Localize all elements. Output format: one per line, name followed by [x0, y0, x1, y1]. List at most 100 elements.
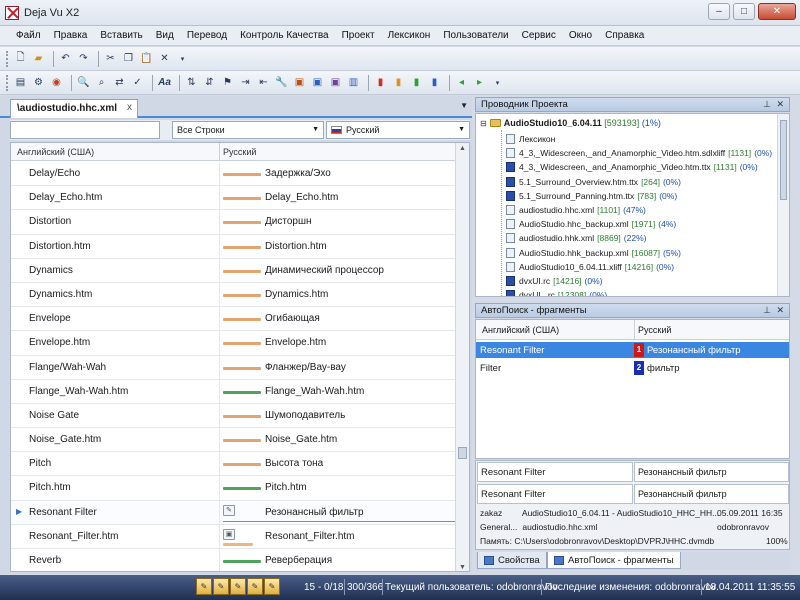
pretranslate-icon[interactable]: ◉ — [49, 75, 64, 90]
tree-item[interactable]: 5.1_Surround_Overview.htm.ttx [264] (0%) — [506, 175, 772, 189]
memory-icon[interactable]: ▣ — [328, 75, 343, 90]
termbase-icon[interactable]: ▣ — [310, 75, 325, 90]
undo-icon[interactable]: ↶ — [58, 51, 73, 66]
status-tool-icon[interactable]: ✎ — [247, 578, 263, 595]
properties-target-field[interactable]: Резонансный фильтр — [634, 484, 789, 504]
grid-row[interactable]: Envelope.htm Envelope.htm — [11, 331, 456, 356]
bookmark-icon[interactable]: ⚑ — [220, 75, 235, 90]
tree-root-node[interactable]: ⊟ AudioStudio10_6.04.11 [593193] (1%) — [480, 118, 661, 128]
row-source-text[interactable]: Envelope — [29, 313, 71, 324]
tab-properties[interactable]: Свойства — [477, 552, 547, 569]
minimize-button[interactable]: – — [708, 3, 730, 20]
toolbar-more-icon[interactable]: ▾ — [175, 51, 190, 66]
grid-row[interactable]: Flange_Wah-Wah.htm Flange_Wah-Wah.htm — [11, 379, 456, 404]
new-file-icon[interactable]: 🗋 — [13, 51, 28, 66]
grid-row[interactable]: Noise Gate Шумоподавитель — [11, 403, 456, 429]
language-select[interactable]: Русский ▼ — [326, 121, 470, 139]
properties-source-field[interactable]: Resonant Filter — [477, 462, 633, 482]
autosearch-row[interactable]: Resonant Filter 1 Резонансный фильтр — [476, 342, 789, 358]
tree-item[interactable]: AudioStudio10_6.04.11.xliff [14216] (0%) — [506, 260, 772, 274]
tree-item[interactable]: dvxUI_.rc [12308] (0%) — [506, 288, 772, 296]
row-target-text[interactable]: Resonant_Filter.htm — [265, 531, 355, 542]
row-target-text[interactable]: Pitch.htm — [265, 482, 307, 493]
open-folder-icon[interactable]: ▰ — [31, 51, 46, 66]
row-target-text[interactable]: Дисторшн — [265, 216, 312, 227]
spellcheck-icon[interactable]: ✓ — [130, 75, 145, 90]
tree-collapse-icon[interactable]: ⊟ — [480, 119, 487, 128]
menu-insert[interactable]: Вставить — [100, 30, 142, 41]
tree-item[interactable]: audiostudio.hhc.xml [1101] (47%) — [506, 203, 772, 217]
explorer-scroll-thumb[interactable] — [780, 120, 787, 200]
tools-icon[interactable]: 🔧 — [274, 75, 289, 90]
previous-segment-icon[interactable]: ◂ — [454, 75, 469, 90]
menu-tools[interactable]: Сервис — [522, 30, 556, 41]
document-tab[interactable]: \audiostudio.hhc.xml x — [10, 99, 138, 118]
row-source-text[interactable]: Envelope.htm — [29, 337, 90, 348]
row-source-text[interactable]: Noise_Gate.htm — [29, 434, 101, 445]
row-target-text[interactable]: Динамический процессор — [265, 265, 384, 276]
autosearch-col-source[interactable]: Английский (США) — [482, 325, 559, 335]
grid-row[interactable]: Distortion Дисторшн — [11, 210, 456, 235]
status-tool-icon[interactable]: ✎ — [213, 578, 229, 595]
cut-icon[interactable]: ✂ — [103, 51, 118, 66]
row-source-text[interactable]: Delay/Echo — [29, 168, 80, 179]
insert-icon[interactable]: ⇥ — [238, 75, 253, 90]
menu-edit[interactable]: Правка — [54, 30, 88, 41]
properties-target-field[interactable]: Резонансный фильтр — [634, 462, 789, 482]
tree-item[interactable]: 4_3,_Widescreen,_and_Anamorphic_Video.ht… — [506, 160, 772, 174]
row-target-text[interactable]: Резонансный фильтр — [265, 507, 364, 518]
row-source-text[interactable]: Pitch.htm — [29, 482, 71, 493]
autosearch-row[interactable]: Filter 2 фильтр — [476, 360, 789, 376]
copy-icon[interactable]: ❐ — [121, 51, 136, 66]
pin-icon[interactable]: ⊥ — [763, 305, 771, 316]
status-blue-icon[interactable]: ▮ — [427, 75, 442, 90]
toolbar-more-icon[interactable]: ▾ — [490, 75, 505, 90]
tree-item[interactable]: dvxUI.rc [14216] (0%) — [506, 274, 772, 288]
grid-row[interactable]: Pitch.htm Pitch.htm — [11, 476, 456, 501]
export-icon[interactable]: ⇤ — [256, 75, 271, 90]
grid-row[interactable]: Delay/Echo Задержка/Эхо — [11, 162, 456, 187]
row-target-text[interactable]: Высота тона — [265, 458, 323, 469]
tree-item[interactable]: audiostudio.hhk.xml [8869] (22%) — [506, 231, 772, 245]
row-source-text[interactable]: Dynamics — [29, 265, 73, 276]
row-target-text[interactable]: Envelope.htm — [265, 337, 326, 348]
row-target-text[interactable]: Шумоподавитель — [265, 410, 345, 421]
scroll-up-icon[interactable]: ▲ — [459, 145, 466, 152]
row-source-text[interactable]: Reverb — [29, 555, 61, 566]
next-segment-icon[interactable]: ▸ — [472, 75, 487, 90]
status-green-icon[interactable]: ▮ — [409, 75, 424, 90]
panel-close-icon[interactable]: ✕ — [776, 305, 784, 316]
row-source-text[interactable]: Resonant_Filter.htm — [29, 531, 119, 542]
status-orange-icon[interactable]: ▮ — [391, 75, 406, 90]
rows-filter-select[interactable]: Все Строки ▼ — [172, 121, 324, 139]
row-target-text[interactable]: Noise_Gate.htm — [265, 434, 337, 445]
status-tool-icon[interactable]: ✎ — [196, 578, 212, 595]
row-target-text[interactable]: Реверберация — [265, 555, 332, 566]
menu-view[interactable]: Вид — [156, 30, 174, 41]
row-target-text[interactable]: Задержка/Эхо — [265, 168, 331, 179]
row-target-text[interactable]: Фланжер/Вау-вау — [265, 362, 346, 373]
menu-users[interactable]: Пользователи — [443, 30, 508, 41]
font-icon[interactable]: Aa — [157, 75, 172, 90]
row-target-text[interactable]: Огибающая — [265, 313, 320, 324]
tree-item[interactable]: Лексикон — [506, 132, 772, 146]
properties-source-field[interactable]: Resonant Filter — [477, 484, 633, 504]
row-source-text[interactable]: Delay_Echo.htm — [29, 192, 102, 203]
scroll-down-icon[interactable]: ▼ — [459, 564, 466, 571]
grid-row[interactable]: Resonant_Filter.htm ▣ Resonant_Filter.htm — [11, 524, 456, 549]
sort-desc-icon[interactable]: ⇵ — [202, 75, 217, 90]
tree-item[interactable]: AudioStudio.hhc_backup.xml [1971] (4%) — [506, 217, 772, 231]
column-divider[interactable] — [634, 320, 635, 340]
tree-item[interactable]: 4_3,_Widescreen,_and_Anamorphic_Video.ht… — [506, 146, 772, 160]
tree-item[interactable]: 5.1_Surround_Panning.htm.ttx [783] (0%) — [506, 189, 772, 203]
grid-row[interactable]: Distortion.htm Distortion.htm — [11, 234, 456, 259]
grid-row[interactable]: Dynamics Динамический процессор — [11, 258, 456, 283]
statistics-icon[interactable]: ▥ — [346, 75, 361, 90]
status-tool-icon[interactable]: ✎ — [230, 578, 246, 595]
menu-lexicon[interactable]: Лексикон — [388, 30, 431, 41]
replace-icon[interactable]: ⇄ — [112, 75, 127, 90]
grid-row[interactable]: Noise_Gate.htm Noise_Gate.htm — [11, 428, 456, 453]
maximize-button[interactable]: □ — [733, 3, 755, 20]
column-divider[interactable] — [219, 143, 220, 161]
grid-row[interactable]: Flange/Wah-Wah Фланжер/Вау-вау — [11, 355, 456, 380]
